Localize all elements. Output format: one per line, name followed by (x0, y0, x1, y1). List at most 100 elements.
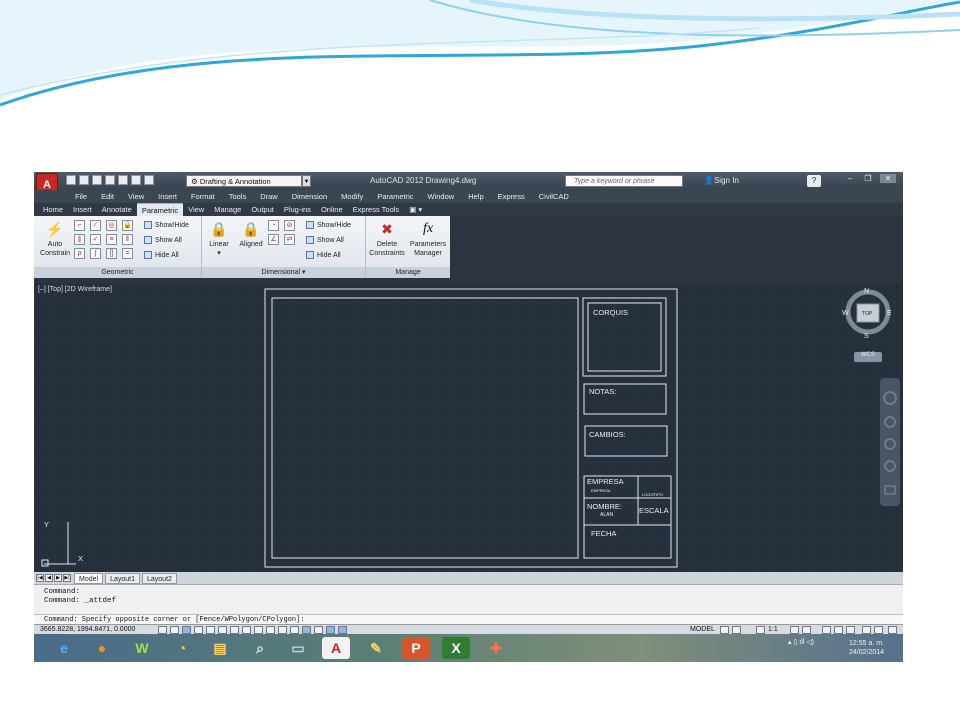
first-layout-icon[interactable]: |◀ (36, 574, 44, 582)
menu-item[interactable]: Insert (151, 190, 184, 203)
hardware-acceleration-icon[interactable] (846, 626, 855, 634)
isolate-objects-icon[interactable] (862, 626, 871, 634)
chevron-down-icon[interactable]: ▼ (302, 175, 311, 187)
ie-icon[interactable]: e (50, 637, 78, 659)
infer-constraints-icon[interactable] (158, 626, 167, 634)
tab-view[interactable]: View (183, 203, 209, 216)
lock-icon[interactable] (834, 626, 843, 634)
next-layout-icon[interactable]: ▶ (54, 574, 62, 582)
linear-button[interactable]: 🔒 Linear ▾ (206, 220, 232, 258)
tangent-icon[interactable]: ρ (74, 248, 85, 259)
auto-constrain-button[interactable]: ⚡ Auto Constrain (38, 220, 72, 258)
menu-item[interactable]: Express (491, 190, 532, 203)
transparency-icon[interactable] (290, 626, 299, 634)
last-layout-icon[interactable]: ▶| (63, 574, 71, 582)
dimensional-show-hide-button[interactable]: Show/Hide (306, 221, 351, 229)
command-input[interactable]: Command: Specify opposite corner or [Fen… (34, 614, 903, 624)
model-space-button[interactable]: MODEL (690, 626, 715, 633)
equal-icon[interactable]: = (122, 248, 133, 259)
geometric-hide-all-button[interactable]: Hide All (144, 251, 179, 259)
restore-icon[interactable]: ❐ (860, 174, 876, 183)
parameters-manager-button[interactable]: fx Parameters Manager (408, 220, 448, 258)
workspace-dropdown[interactable]: ⚙ Drafting & Annotation (186, 175, 302, 187)
concentric-icon[interactable]: ◎ (106, 220, 117, 231)
tab-model[interactable]: Model (74, 572, 104, 584)
close-icon[interactable]: ✕ (880, 174, 896, 183)
compass-e[interactable]: E (887, 310, 892, 317)
panel-title-manage[interactable]: Manage (366, 267, 450, 278)
menu-item[interactable]: Help (461, 190, 490, 203)
powerpoint-icon[interactable]: P (402, 637, 430, 659)
ortho-mode-icon[interactable] (194, 626, 203, 634)
save-icon[interactable] (92, 175, 102, 185)
selection-cycling-icon[interactable] (314, 626, 323, 634)
collinear-icon[interactable]: ⁄ (90, 220, 101, 231)
quick-view-drawings-icon[interactable] (732, 626, 741, 634)
firefox-icon[interactable]: ● (88, 637, 116, 659)
puzzle-icon[interactable]: ✚ (482, 637, 510, 659)
autocad-icon[interactable]: A (322, 637, 350, 659)
paint-icon[interactable]: ✎ (362, 637, 390, 659)
menu-item[interactable]: View (121, 190, 151, 203)
tab-home[interactable]: Home (38, 203, 68, 216)
smooth-icon[interactable]: ʃ (90, 248, 101, 259)
quick-view-layouts-icon[interactable] (720, 626, 729, 634)
convert-icon[interactable]: ⇄ (284, 234, 295, 245)
panel-title-geometric[interactable]: Geometric (34, 267, 201, 278)
system-tray[interactable]: ▴ ▯ ıll ◁) (788, 638, 814, 646)
new-icon[interactable] (66, 175, 76, 185)
fix-icon[interactable]: 🔒 (122, 220, 133, 231)
speedometer-icon[interactable]: ◔ (168, 637, 196, 659)
menu-item[interactable]: Modify (334, 190, 370, 203)
tab-layout2[interactable]: Layout2 (142, 572, 177, 584)
redo-icon[interactable] (144, 175, 154, 185)
annotation-visibility-icon[interactable] (790, 626, 799, 634)
delete-constraints-button[interactable]: ✖ Delete Constraints (368, 220, 406, 258)
search-input[interactable]: Type a keyword or phrase (565, 175, 683, 187)
angular-icon[interactable]: ∠ (268, 234, 279, 245)
compass-s[interactable]: S (864, 333, 869, 340)
quick-properties-icon[interactable] (302, 626, 311, 634)
help-button[interactable]: ? (807, 175, 821, 187)
compass-w[interactable]: W (842, 310, 849, 317)
object-snap-icon[interactable] (218, 626, 227, 634)
menu-item[interactable]: File (68, 190, 94, 203)
parallel-icon[interactable]: ∥ (74, 234, 85, 245)
print-icon[interactable] (118, 175, 128, 185)
lineweight-icon[interactable] (278, 626, 287, 634)
viewport-controls[interactable]: [–] [Top] [2D Wireframe] (38, 286, 112, 293)
aligned-button[interactable]: 🔒 Aligned (236, 220, 266, 249)
status-bar-menu-icon[interactable] (874, 626, 883, 634)
annotation-toggle-icon[interactable] (338, 626, 347, 634)
horizontal-icon[interactable]: ≡ (106, 234, 117, 245)
menu-item[interactable]: Draw (253, 190, 285, 203)
geometric-show-all-button[interactable]: Show All (144, 236, 182, 244)
tab-layout1[interactable]: Layout1 (105, 572, 140, 584)
excel-icon[interactable]: X (442, 637, 470, 659)
menu-item[interactable]: Dimension (285, 190, 334, 203)
coincident-icon[interactable]: ⌐ (74, 220, 85, 231)
annotation-scale-icon[interactable] (756, 626, 765, 634)
drawing-canvas[interactable] (34, 282, 903, 572)
taskbar-clock[interactable]: 12:55 a. m. 24/02/2014 (849, 639, 884, 657)
menu-item[interactable]: Window (421, 190, 462, 203)
annotation-scale[interactable]: 1:1 (768, 626, 778, 633)
compass-n[interactable]: N (864, 288, 869, 295)
tab-parametric[interactable]: Parametric (136, 203, 184, 216)
workspace-switching-icon[interactable] (822, 626, 831, 634)
diameter-icon[interactable]: ⊘ (284, 220, 295, 231)
save-as-icon[interactable] (105, 175, 115, 185)
geometric-show-hide-button[interactable]: Show/Hide (144, 221, 189, 229)
panel-title-dimensional[interactable]: Dimensional ▾ (202, 267, 365, 278)
folder-icon[interactable]: ▤ (206, 637, 234, 659)
radius-icon[interactable]: ◔ (268, 220, 279, 231)
dynamic-input-icon[interactable] (266, 626, 275, 634)
monitor-icon[interactable]: ▭ (284, 637, 312, 659)
symmetric-icon[interactable]: [] (106, 248, 117, 259)
prev-layout-icon[interactable]: ◀ (45, 574, 53, 582)
tab-insert[interactable]: Insert (68, 203, 97, 216)
auto-scale-icon[interactable] (802, 626, 811, 634)
tab-online[interactable]: Online (316, 203, 348, 216)
menu-item[interactable]: Format (184, 190, 222, 203)
perpendicular-icon[interactable]: ✓ (90, 234, 101, 245)
